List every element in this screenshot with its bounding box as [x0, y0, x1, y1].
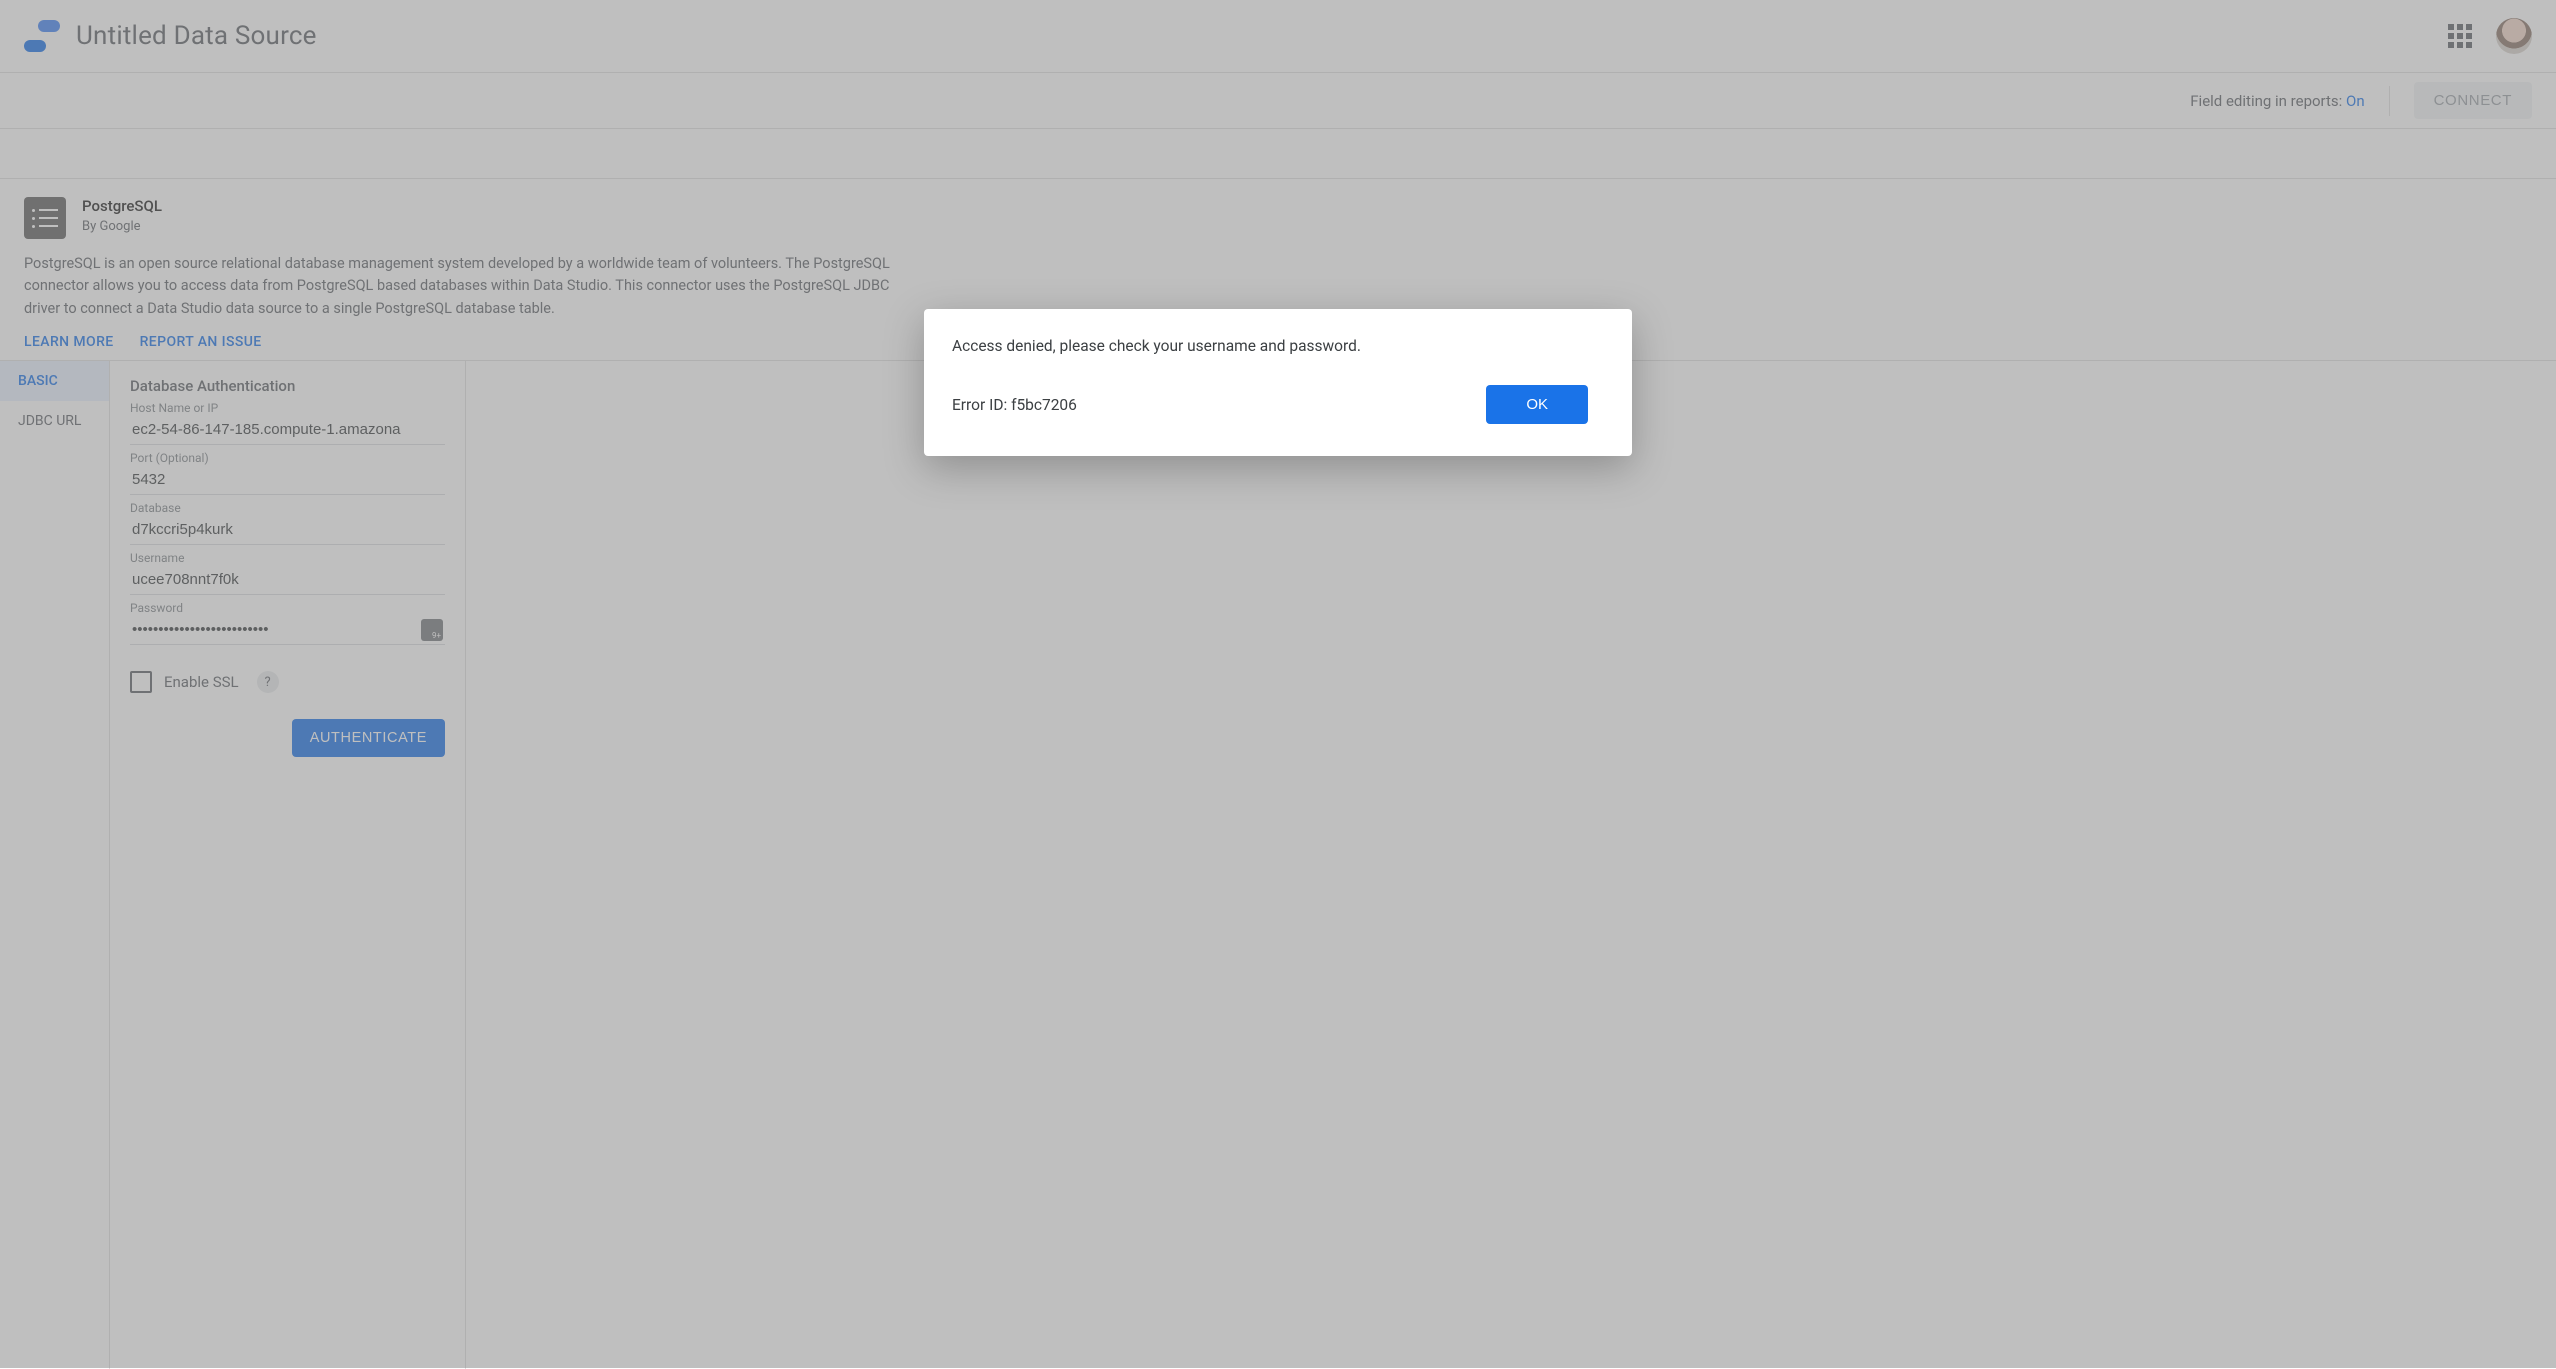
dialog-message: Access denied, please check your usernam… — [952, 337, 1588, 355]
modal-overlay: Access denied, please check your usernam… — [0, 0, 2556, 1368]
dialog-error-id: Error ID: f5bc7206 — [952, 396, 1077, 414]
error-dialog: Access denied, please check your usernam… — [924, 309, 1632, 456]
ok-button[interactable]: OK — [1486, 385, 1588, 424]
